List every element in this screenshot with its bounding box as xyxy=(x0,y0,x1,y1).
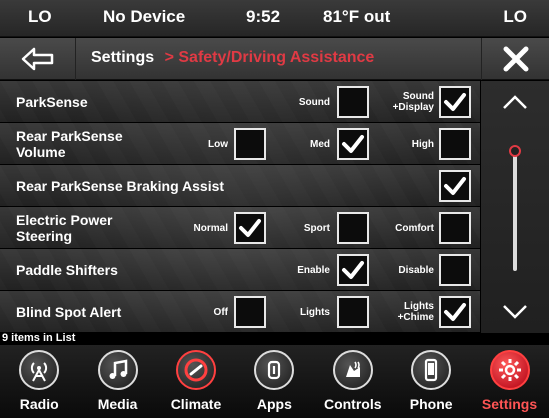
option-label: High xyxy=(411,139,434,150)
list-item-paddle-shifters: Paddle Shifters Enable Disable xyxy=(0,249,480,291)
checkmark-icon xyxy=(444,177,466,195)
nav-label: Climate xyxy=(170,396,222,412)
checkbox-braking-assist[interactable] xyxy=(439,170,471,202)
checkbox-steering-normal[interactable] xyxy=(234,212,266,244)
radio-icon xyxy=(19,350,60,390)
breadcrumb-root[interactable]: Settings xyxy=(91,49,154,66)
outside-temperature: 81°F out xyxy=(323,7,391,26)
chevron-up-icon xyxy=(503,95,527,109)
music-note-icon xyxy=(97,350,138,390)
scroll-up-button[interactable] xyxy=(481,81,549,123)
climate-icon xyxy=(175,350,216,390)
phone-icon xyxy=(411,350,452,390)
nav-media[interactable]: Media xyxy=(78,345,156,418)
option-label: Sound +Display xyxy=(392,91,434,113)
checkbox-steering-sport[interactable] xyxy=(337,212,369,244)
list-item-power-steering: Electric Power Steering Normal Sport Com… xyxy=(0,207,480,249)
checkbox-volume-high[interactable] xyxy=(439,128,471,160)
nav-label: Phone xyxy=(409,396,453,412)
option-label: Comfort xyxy=(395,223,434,234)
scroll-track[interactable] xyxy=(513,151,517,271)
device-status: No Device xyxy=(103,7,186,26)
list-item-blind-spot-alert: Blind Spot Alert Off Lights Lights +Chim… xyxy=(0,291,480,333)
nav-controls[interactable]: Controls xyxy=(314,345,392,418)
scroll-down-button[interactable] xyxy=(481,291,549,333)
scrollbar[interactable] xyxy=(481,81,549,333)
nav-climate[interactable]: Climate xyxy=(157,345,235,418)
left-temp-setting[interactable]: LO xyxy=(28,7,52,27)
row-label: Electric Power Steering xyxy=(16,212,113,244)
checkbox-blind-spot-lights-chime[interactable] xyxy=(439,296,471,328)
checkbox-paddle-enable[interactable] xyxy=(337,254,369,286)
right-temp-setting[interactable]: LO xyxy=(503,7,527,27)
checkbox-volume-low[interactable] xyxy=(234,128,266,160)
option-label: Disable xyxy=(398,265,434,276)
nav-label: Media xyxy=(97,396,138,412)
checkmark-icon xyxy=(444,303,466,321)
list-item-rear-parksense-volume: Rear ParkSense Volume Low Med High xyxy=(0,123,480,165)
row-label: Rear ParkSense Braking Assist xyxy=(16,178,225,194)
checkmark-icon xyxy=(342,135,364,153)
row-label: Blind Spot Alert xyxy=(16,304,122,320)
checkmark-icon xyxy=(444,93,466,111)
settings-list: ParkSense Sound Sound +Display Rear Park… xyxy=(0,81,480,333)
option-label: Sport xyxy=(303,223,330,234)
option-label: Lights xyxy=(300,307,330,318)
nav-settings[interactable]: Settings xyxy=(470,345,548,418)
checkbox-parksense-sound[interactable] xyxy=(337,86,369,118)
option-label: Off xyxy=(213,307,228,318)
breadcrumb-separator: > xyxy=(164,49,174,66)
breadcrumb-current: Safety/Driving Assistance xyxy=(178,49,375,66)
row-label: Paddle Shifters xyxy=(16,262,118,278)
bottom-nav: Radio Media Climate Apps Controls Phone xyxy=(0,345,549,418)
scroll-thumb[interactable] xyxy=(509,145,521,157)
list-count: 9 items in List xyxy=(2,332,76,344)
checkbox-blind-spot-lights[interactable] xyxy=(337,296,369,328)
option-label: Low xyxy=(208,139,228,150)
controls-icon xyxy=(332,350,373,390)
nav-phone[interactable]: Phone xyxy=(392,345,470,418)
checkbox-blind-spot-off[interactable] xyxy=(234,296,266,328)
list-item-braking-assist: Rear ParkSense Braking Assist xyxy=(0,165,480,207)
status-bar: LO No Device 9:52 81°F out LO xyxy=(0,0,549,37)
nav-label: Radio xyxy=(19,396,59,412)
row-label: Rear ParkSense Volume xyxy=(16,128,123,160)
nav-radio[interactable]: Radio xyxy=(0,345,78,418)
gear-icon xyxy=(489,350,530,390)
nav-label: Apps xyxy=(256,396,292,412)
header: Settings > Safety/Driving Assistance xyxy=(0,38,549,80)
row-label: ParkSense xyxy=(16,94,88,110)
option-label: Med xyxy=(310,139,330,150)
nav-label: Settings xyxy=(481,396,538,412)
option-label: Sound xyxy=(298,97,330,108)
checkbox-steering-comfort[interactable] xyxy=(439,212,471,244)
checkmark-icon xyxy=(342,261,364,279)
option-label: Normal xyxy=(193,223,228,234)
option-label: Enable xyxy=(297,265,330,276)
nav-apps[interactable]: Apps xyxy=(235,345,313,418)
checkbox-parksense-sound-display[interactable] xyxy=(439,86,471,118)
breadcrumb: Settings > Safety/Driving Assistance xyxy=(91,49,374,67)
nav-label: Controls xyxy=(323,396,382,412)
close-button[interactable] xyxy=(481,38,549,80)
chevron-down-icon xyxy=(503,305,527,319)
option-label: Lights +Chime xyxy=(397,301,434,323)
checkmark-icon xyxy=(239,219,261,237)
clock: 9:52 xyxy=(246,7,281,26)
back-arrow-icon xyxy=(21,47,53,71)
checkbox-paddle-disable[interactable] xyxy=(439,254,471,286)
close-icon xyxy=(503,46,528,72)
list-item-parksense: ParkSense Sound Sound +Display xyxy=(0,81,480,123)
checkbox-volume-med[interactable] xyxy=(337,128,369,160)
apps-icon xyxy=(254,350,295,390)
back-button[interactable] xyxy=(0,38,76,80)
